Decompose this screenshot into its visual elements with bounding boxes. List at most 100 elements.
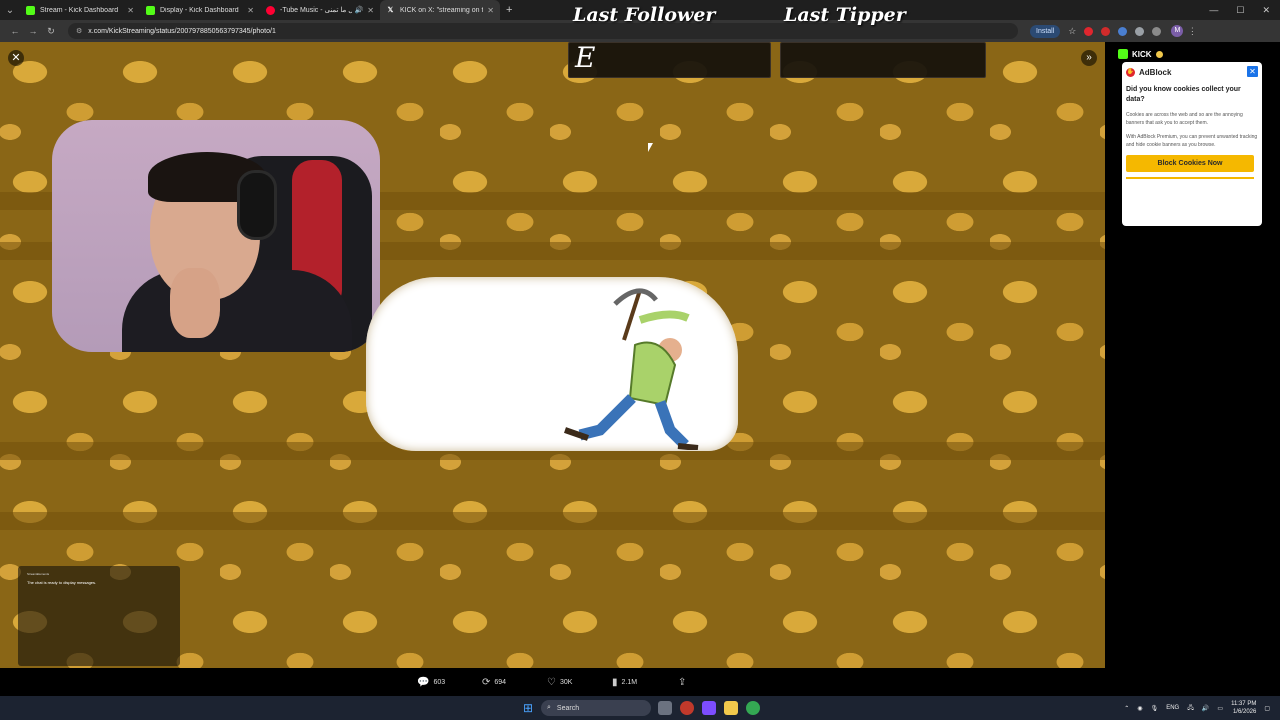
- volume-icon[interactable]: 🔊: [1202, 705, 1209, 712]
- extension-blue-icon[interactable]: [1118, 26, 1128, 36]
- extension-red-icon[interactable]: [1084, 26, 1094, 36]
- kick-favicon-icon: [26, 5, 35, 15]
- kick-favicon-icon: [146, 5, 155, 15]
- app-red-icon[interactable]: [680, 701, 694, 715]
- extension-shield-icon[interactable]: [1135, 26, 1145, 36]
- adblock-paragraph-1: Cookies are across the web and so are th…: [1126, 112, 1243, 126]
- channel-header[interactable]: KICK: [1118, 49, 1163, 59]
- clock-date: 1/6/2026: [1232, 709, 1257, 715]
- system-tray: ⌃ ◉ 🎙 ENG 🖧 🔊 ▭ 11:37 PM 1/6/2026 ▢: [1124, 696, 1270, 720]
- adblock-paragraph-2: With AdBlock Premium, you can prevent un…: [1126, 134, 1258, 148]
- windows-taskbar: ⊞ ⌕ Search ⌃ ◉ 🎙 ENG 🖧 🔊 ▭ 11:37 PM 1/6/…: [0, 696, 1280, 720]
- adblock-question: Did you know cookies collect your data?: [1126, 86, 1241, 103]
- windows-start-icon[interactable]: ⊞: [523, 702, 535, 714]
- taskbar-search[interactable]: ⌕ Search: [541, 700, 651, 716]
- clock-time: 11:37 PM: [1231, 701, 1257, 707]
- install-app-button[interactable]: Install: [1030, 24, 1061, 38]
- close-photo-button[interactable]: ✕: [8, 50, 24, 66]
- bookmark-star-icon[interactable]: ☆: [1068, 26, 1076, 37]
- discord-icon[interactable]: [702, 701, 716, 715]
- forward-icon[interactable]: →: [24, 26, 42, 36]
- reply-count: 603: [433, 679, 446, 686]
- extensions-puzzle-icon[interactable]: [1152, 26, 1162, 36]
- tab-close-icon[interactable]: ✕: [367, 6, 374, 15]
- miner-illustration: [564, 288, 699, 450]
- back-icon[interactable]: ←: [6, 26, 24, 36]
- chat-message: The chat is ready to display messages.: [27, 580, 97, 585]
- tab-display-dashboard[interactable]: Display - Kick Dashboard ✕: [140, 0, 260, 20]
- views-button[interactable]: ▮ 2.1M: [612, 677, 637, 688]
- site-info-icon[interactable]: ⚙: [76, 27, 82, 35]
- adblock-close-icon[interactable]: ✕: [1247, 66, 1258, 77]
- last-follower-label: Last Follower: [573, 4, 716, 26]
- post-engagement-bar: 💬 603 ⟳ 694 ♡ 30K ▮ 2.1M ⇪: [0, 668, 1280, 696]
- last-follower-value: E: [575, 41, 596, 74]
- verified-badge-icon: [1155, 50, 1163, 58]
- window-controls: — ☐ ✕: [1209, 0, 1270, 20]
- network-icon[interactable]: 🖧: [1187, 703, 1194, 713]
- heart-icon: ♡: [547, 677, 556, 688]
- maximize-button[interactable]: ☐: [1236, 5, 1244, 16]
- extension-adblock-icon[interactable]: [1101, 26, 1111, 36]
- repost-icon: ⟳: [482, 677, 491, 688]
- tab-close-icon[interactable]: ✕: [127, 6, 134, 15]
- tab-title: Display - Kick Dashboard: [160, 6, 239, 14]
- youtube-music-favicon-icon: [266, 5, 275, 15]
- last-tipper-label: Last Tipper: [784, 4, 906, 26]
- chrome-icon[interactable]: [746, 701, 760, 715]
- notifications-icon[interactable]: ▢: [1264, 705, 1270, 712]
- webcam-feed: [52, 120, 380, 352]
- search-placeholder: Search: [556, 704, 580, 712]
- tab-search-icon[interactable]: ⌄: [0, 5, 20, 16]
- speaker-icon[interactable]: 🔊: [355, 6, 364, 14]
- tab-close-icon[interactable]: ✕: [247, 6, 254, 15]
- views-chart-icon: ▮: [612, 677, 618, 688]
- popup-bottom-strip: [1126, 177, 1254, 179]
- reload-icon[interactable]: ↻: [42, 26, 60, 37]
- like-button[interactable]: ♡ 30K: [547, 677, 572, 688]
- repost-button[interactable]: ⟳ 694: [482, 677, 506, 688]
- block-cookies-button[interactable]: Block Cookies Now: [1126, 155, 1254, 172]
- browser-menu-icon[interactable]: ⋮: [1183, 26, 1201, 37]
- clock[interactable]: 11:37 PM 1/6/2026: [1231, 700, 1256, 716]
- battery-icon[interactable]: ▭: [1217, 705, 1223, 712]
- profile-avatar[interactable]: M: [1171, 25, 1184, 37]
- adblock-logo-icon: ✋: [1126, 68, 1135, 77]
- share-button[interactable]: ⇪: [678, 677, 686, 688]
- task-view-icon[interactable]: [658, 701, 672, 715]
- microphone-icon[interactable]: 🎙: [1151, 705, 1159, 712]
- x-favicon-icon: 𝕏: [387, 6, 394, 14]
- tab-youtube-music[interactable]: -Tube Music - كل ما تمنى 🔊 ✕: [260, 0, 380, 20]
- tab-x-post[interactable]: 𝕏 KICK on X: "streaming on twit… ✕: [380, 0, 500, 20]
- chat-source-label: StreamElements: [27, 572, 50, 576]
- dirt-layer-band: [0, 512, 1105, 530]
- install-label: Install: [1036, 27, 1055, 35]
- like-count: 30K: [559, 679, 573, 686]
- url-text: x.com/KickStreaming/status/2007978850563…: [88, 27, 276, 35]
- language-indicator[interactable]: ENG: [1166, 705, 1179, 711]
- reply-icon: 💬: [417, 677, 430, 688]
- last-tipper-box: [780, 42, 986, 78]
- adblock-header: ✋ AdBlock: [1126, 68, 1258, 77]
- adblock-brand: AdBlock: [1139, 68, 1172, 77]
- headset: [237, 170, 277, 240]
- channel-name: KICK: [1132, 49, 1152, 59]
- tray-app-icon[interactable]: ◉: [1137, 705, 1142, 712]
- new-tab-button[interactable]: +: [506, 4, 512, 16]
- repost-count: 694: [494, 679, 507, 686]
- photo-viewer: ✕ » StreamElements The chat is ready to …: [0, 42, 1105, 668]
- view-count: 2.1M: [621, 679, 638, 686]
- minimize-button[interactable]: —: [1209, 5, 1218, 15]
- tab-title: -Tube Music - كل ما تمنى: [280, 7, 352, 14]
- reply-button[interactable]: 💬 603: [417, 677, 445, 688]
- tab-title: KICK on X: "streaming on twit…: [400, 6, 483, 14]
- tab-close-icon[interactable]: ✕: [487, 6, 494, 15]
- tab-stream-dashboard[interactable]: Stream - Kick Dashboard ✕: [20, 0, 140, 20]
- expand-sidebar-button[interactable]: »: [1081, 50, 1097, 66]
- file-explorer-icon[interactable]: [724, 701, 738, 715]
- tray-chevron-icon[interactable]: ⌃: [1124, 705, 1129, 712]
- close-window-button[interactable]: ✕: [1262, 5, 1270, 16]
- mouse-cursor-icon: [648, 143, 653, 152]
- last-follower-box: E: [568, 41, 771, 78]
- share-icon: ⇪: [678, 677, 687, 688]
